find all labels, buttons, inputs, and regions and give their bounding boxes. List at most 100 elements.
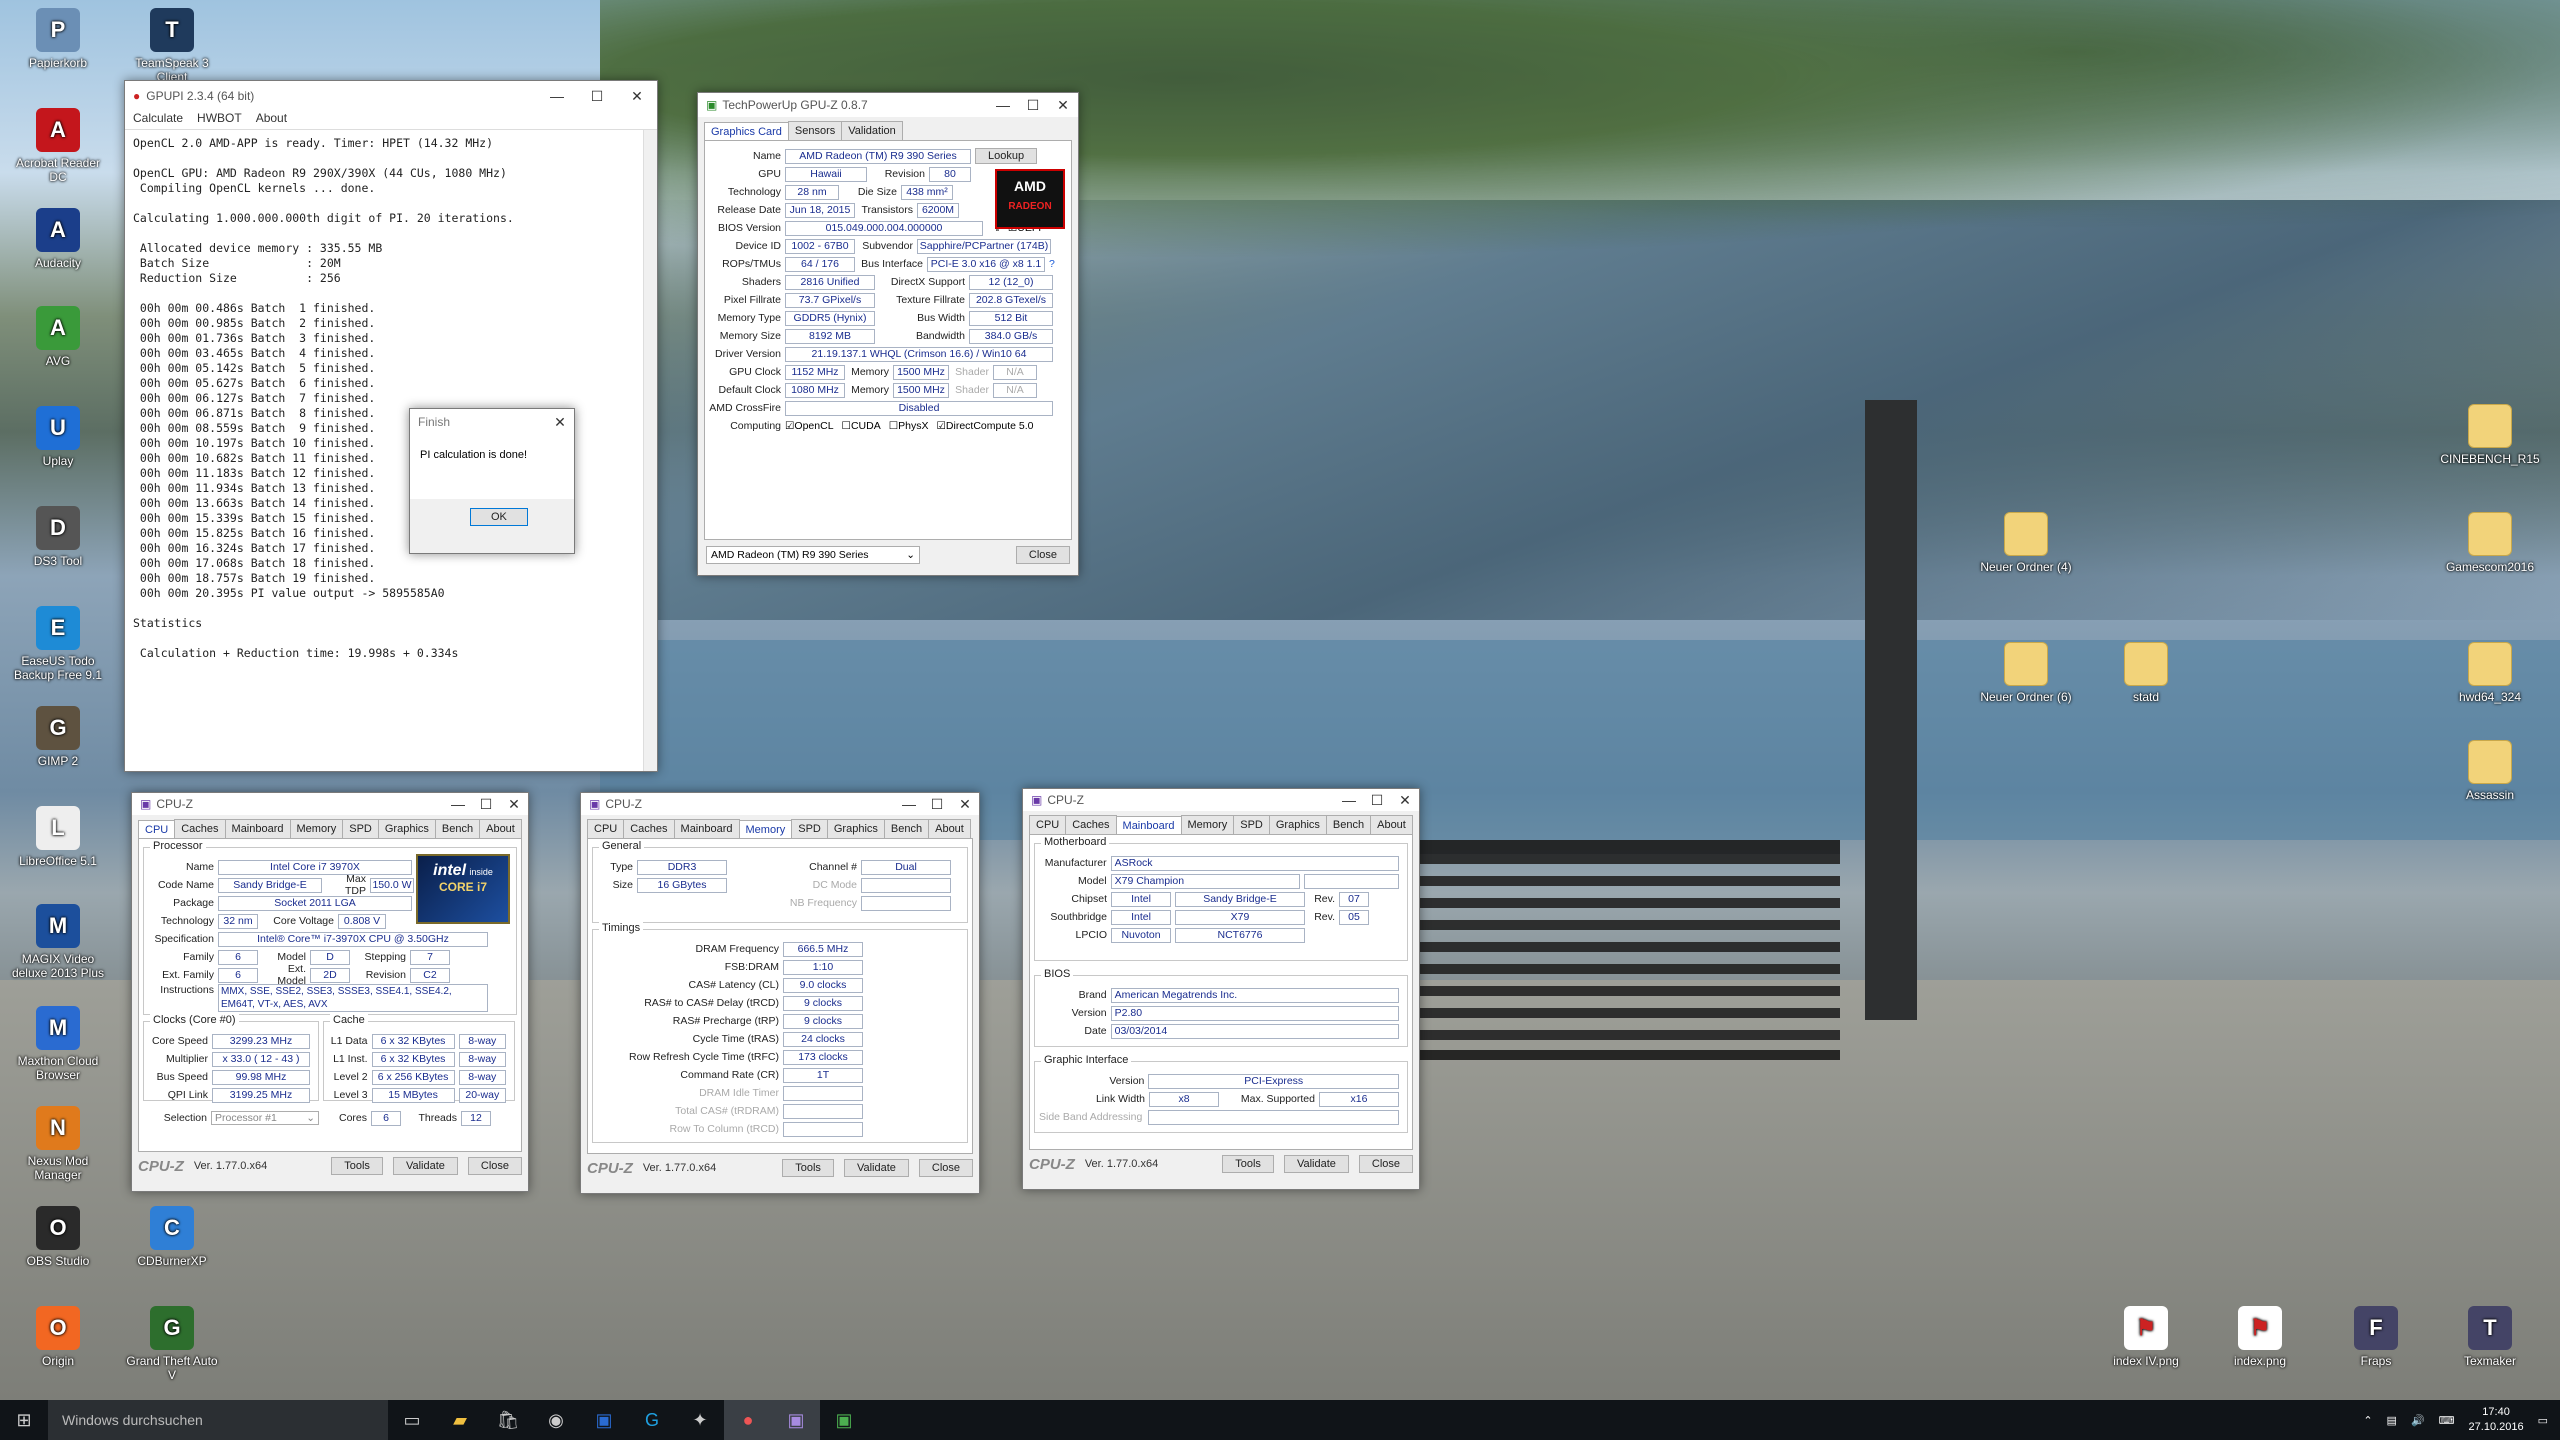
tab-about[interactable]: About	[1370, 815, 1413, 834]
finish-titlebar[interactable]: Finish ✕	[410, 409, 574, 435]
tab-spd[interactable]: SPD	[1233, 815, 1270, 834]
keyboard-icon[interactable]: ⌨	[2439, 1414, 2455, 1427]
close-button[interactable]: Close	[467, 1157, 522, 1175]
gpuz-close-button[interactable]: Close	[1015, 546, 1070, 564]
close-icon[interactable]: ✕	[546, 407, 574, 437]
tab-graphics[interactable]: Graphics	[377, 819, 436, 838]
gpupi-taskbar-icon[interactable]: ●	[724, 1400, 772, 1440]
lookup-button[interactable]: Lookup	[975, 148, 1038, 164]
desktop-icon-left-13[interactable]: O OBS Studio	[8, 1206, 108, 1268]
minimize-icon[interactable]: —	[895, 793, 923, 815]
gpupi-log-area[interactable]: OpenCL 2.0 AMD-APP is ready. Timer: HPET…	[125, 129, 657, 771]
close-icon[interactable]: ✕	[1391, 789, 1419, 811]
maximize-icon[interactable]: ☐	[923, 793, 951, 815]
desktop-icon-right-3[interactable]: Neuer Ordner (6)	[1976, 642, 2076, 704]
tab-bench[interactable]: Bench	[883, 819, 930, 838]
tools-button[interactable]: Tools	[331, 1157, 383, 1175]
tab-cpu[interactable]: CPU	[138, 820, 176, 839]
desktop-icon-right-6[interactable]: Assassin	[2440, 740, 2540, 802]
network-icon[interactable]: ▤	[2387, 1414, 2397, 1427]
tab-graphics-card[interactable]: Graphics Card	[704, 122, 789, 141]
minimize-icon[interactable]: —	[1335, 789, 1363, 811]
close-icon[interactable]: ✕	[617, 81, 657, 111]
tab-cpu[interactable]: CPU	[1029, 815, 1067, 834]
gpupi-scrollbar[interactable]	[643, 130, 657, 771]
desktop-icon-right-2[interactable]: Gamescom2016	[2440, 512, 2540, 574]
task-view-icon[interactable]: ▭	[388, 1400, 436, 1440]
maximize-icon[interactable]: ☐	[1363, 789, 1391, 811]
minimize-icon[interactable]: —	[537, 81, 577, 111]
ok-button[interactable]: OK	[470, 508, 528, 526]
maxthon-taskbar-icon[interactable]: ▣	[580, 1400, 628, 1440]
tools-button[interactable]: Tools	[782, 1159, 834, 1177]
gpuz-titlebar[interactable]: ▣ TechPowerUp GPU-Z 0.8.7 — ☐ ✕	[698, 93, 1078, 117]
help-icon[interactable]: ?	[1049, 258, 1055, 270]
close-icon[interactable]: ✕	[1048, 93, 1078, 117]
desktop-icon-left-11[interactable]: M Maxthon Cloud Browser	[8, 1006, 108, 1082]
tab-bench[interactable]: Bench	[434, 819, 481, 838]
tab-caches[interactable]: Caches	[623, 819, 675, 838]
desktop-icon-left-15[interactable]: O Origin	[8, 1306, 108, 1368]
volume-icon[interactable]: 🔊	[2411, 1414, 2425, 1427]
tab-graphics[interactable]: Graphics	[826, 819, 885, 838]
tab-about[interactable]: About	[479, 819, 522, 838]
cpuz-cpu-window[interactable]: ▣ CPU-Z — ☐ ✕ CPU Caches Mainboard Memor…	[131, 792, 529, 1192]
desktop-icon-left-4[interactable]: A AVG	[8, 306, 108, 368]
minimize-icon[interactable]: —	[444, 793, 472, 815]
notification-icon[interactable]: ▭	[2538, 1414, 2548, 1427]
desktop-icon-left-0[interactable]: P Papierkorb	[8, 8, 108, 70]
cuda-checkbox[interactable]: ☐	[842, 420, 851, 432]
tab-sensors[interactable]: Sensors	[787, 121, 843, 140]
cpuz-titlebar[interactable]: ▣ CPU-Z — ☐ ✕	[132, 793, 528, 815]
close-icon[interactable]: ✕	[500, 793, 528, 815]
tab-memory[interactable]: Memory	[289, 819, 344, 838]
desktop-icon-left-7[interactable]: E EaseUS Todo Backup Free 9.1	[8, 606, 108, 682]
desktop-icon-right-1[interactable]: Neuer Ordner (4)	[1976, 512, 2076, 574]
maximize-icon[interactable]: ☐	[1018, 93, 1048, 117]
file-explorer-icon[interactable]: ▰	[436, 1400, 484, 1440]
store-icon[interactable]: 🛍	[484, 1400, 532, 1440]
menu-about[interactable]: About	[256, 111, 287, 129]
steam-icon[interactable]: ◉	[532, 1400, 580, 1440]
cpuz-titlebar[interactable]: ▣ CPU-Z — ☐ ✕	[581, 793, 979, 815]
cpuz-mainboard-window[interactable]: ▣ CPU-Z — ☐ ✕ CPU Caches Mainboard Memor…	[1022, 788, 1420, 1190]
cpuz-taskbar-icon[interactable]: ▣	[772, 1400, 820, 1440]
validate-button[interactable]: Validate	[843, 1159, 909, 1177]
tab-about[interactable]: About	[928, 819, 971, 838]
desktop-icon-right-4[interactable]: statd	[2096, 642, 2196, 704]
tab-spd[interactable]: SPD	[791, 819, 828, 838]
tab-bench[interactable]: Bench	[1325, 815, 1372, 834]
gpuz-window[interactable]: ▣ TechPowerUp GPU-Z 0.8.7 — ☐ ✕ Graphics…	[697, 92, 1079, 576]
desktop-icon-right-0[interactable]: CINEBENCH_R15	[2440, 404, 2540, 466]
chevron-up-icon[interactable]: ⌃	[2363, 1414, 2372, 1427]
tab-cpu[interactable]: CPU	[587, 819, 625, 838]
g-app-icon[interactable]: G	[628, 1400, 676, 1440]
tab-memory[interactable]: Memory	[738, 820, 793, 839]
taskbar-search-box[interactable]: Windows durchsuchen	[48, 1400, 388, 1440]
close-icon[interactable]: ✕	[951, 793, 979, 815]
finish-dialog[interactable]: Finish ✕ PI calculation is done! OK	[409, 408, 575, 554]
close-button[interactable]: Close	[918, 1159, 973, 1177]
tab-graphics[interactable]: Graphics	[1268, 815, 1327, 834]
tab-spd[interactable]: SPD	[342, 819, 379, 838]
tab-caches[interactable]: Caches	[1065, 815, 1117, 834]
desktop-icon-left-8[interactable]: G GIMP 2	[8, 706, 108, 768]
close-button[interactable]: Close	[1358, 1155, 1413, 1173]
processor-select[interactable]: Processor #1 ⌄	[211, 1111, 319, 1125]
tab-validation[interactable]: Validation	[841, 121, 903, 140]
windows-start-icon[interactable]: ⊞	[0, 1400, 48, 1440]
tab-caches[interactable]: Caches	[174, 819, 226, 838]
directcompute-checkbox[interactable]: ☑	[937, 420, 946, 432]
card-select[interactable]: AMD Radeon (TM) R9 390 Series ⌄	[706, 546, 920, 564]
menu-hwbot[interactable]: HWBOT	[197, 111, 242, 129]
tab-mainboard[interactable]: Mainboard	[1115, 816, 1182, 835]
gpupi-window[interactable]: ● GPUPI 2.3.4 (64 bit) — ☐ ✕ Calculate H…	[124, 80, 658, 772]
cpuz-titlebar[interactable]: ▣ CPU-Z — ☐ ✕	[1023, 789, 1419, 811]
desktop-icon-left-12[interactable]: N Nexus Mod Manager	[8, 1106, 108, 1182]
maximize-icon[interactable]: ☐	[472, 793, 500, 815]
desktop-icon-left-2[interactable]: A Acrobat Reader DC	[8, 108, 108, 184]
maximize-icon[interactable]: ☐	[577, 81, 617, 111]
gpupi-titlebar[interactable]: ● GPUPI 2.3.4 (64 bit) — ☐ ✕	[125, 81, 657, 111]
gpuz-taskbar-icon[interactable]: ▣	[820, 1400, 868, 1440]
cpuz-memory-window[interactable]: ▣ CPU-Z — ☐ ✕ CPU Caches Mainboard Memor…	[580, 792, 980, 1194]
